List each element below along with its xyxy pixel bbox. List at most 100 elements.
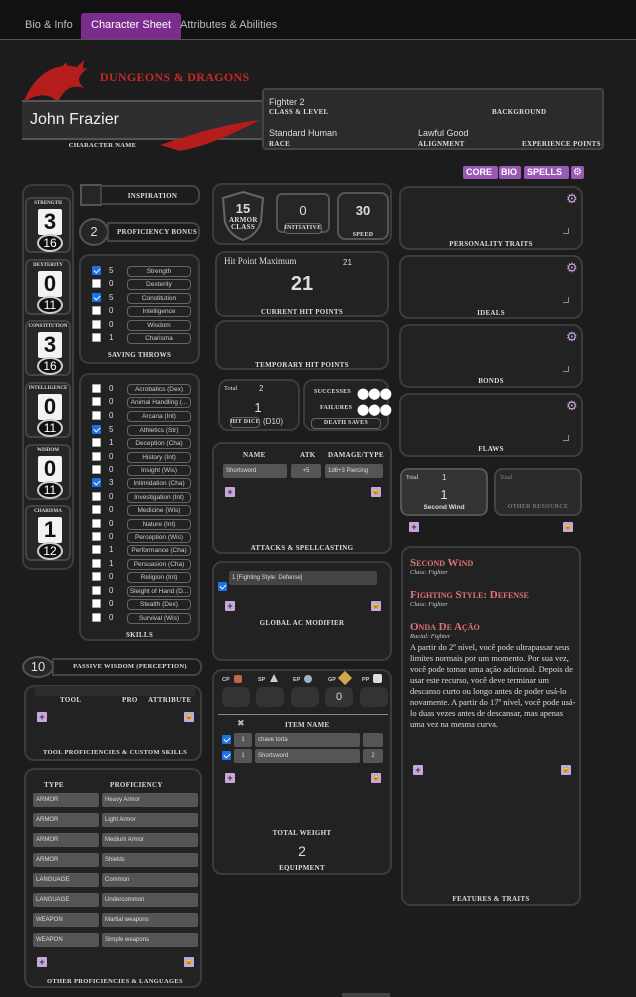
prof-type[interactable]: ARMOR [33,853,99,867]
prof-name[interactable]: Undercommon [102,893,198,907]
ability-strength[interactable]: STRENGTH 3 16 [25,197,71,253]
add-resource-button[interactable]: + [409,522,419,532]
add-attack-button[interactable]: + [225,487,235,497]
equip-checkbox[interactable] [222,735,231,744]
save-name[interactable]: Intelligence [127,306,191,317]
skill-checkbox[interactable] [92,425,101,434]
add-ac-modifier-button[interactable]: + [225,601,235,611]
coin-cp-value[interactable] [222,687,250,707]
hit-dice-total[interactable]: 2 [259,384,263,393]
skill-name[interactable]: Religion (Int) [127,572,191,583]
item-name[interactable]: Shortsword [255,749,360,763]
skill-name[interactable]: Medicine (Wis) [127,505,191,516]
skill-checkbox[interactable] [92,532,101,541]
prof-type[interactable]: ARMOR [33,833,99,847]
save-checkbox[interactable] [92,279,101,288]
save-name[interactable]: Charisma [127,333,191,344]
save-checkbox[interactable] [92,266,101,275]
save-checkbox[interactable] [92,320,101,329]
add-item-button[interactable]: + [225,773,235,783]
skill-checkbox[interactable] [92,397,101,406]
skill-checkbox[interactable] [92,545,101,554]
feature-item[interactable]: Onda De Ação Racial: Fighter A partir do… [410,621,576,730]
item-weight[interactable] [363,733,383,747]
add-proficiency-button[interactable]: + [37,957,47,967]
skill-name[interactable]: Animal Handling (... [127,397,191,408]
skill-name[interactable]: Sleight of Hand (D... [127,586,191,597]
prof-type[interactable]: LANGUAGE [33,893,99,907]
ability-dexterity[interactable]: DEXTERITY 0 11 [25,259,71,315]
scrollbar[interactable] [342,993,390,997]
skill-name[interactable]: Intimidation (Cha) [127,478,191,489]
skill-name[interactable]: Athletics (Str) [127,425,191,436]
lock-resource-button[interactable]: 🔒 [563,522,573,532]
gear-icon[interactable]: ⚙ [566,192,578,205]
failure-circles[interactable]: ⬤⬤⬤ [357,403,392,416]
save-name[interactable]: Dexterity [127,279,191,290]
coin-ep-value[interactable] [291,687,319,707]
skill-name[interactable]: Persuasion (Cha) [127,559,191,570]
skill-checkbox[interactable] [92,599,101,608]
tab-character-sheet[interactable]: Character Sheet [81,13,182,39]
prof-type[interactable]: WEAPON [33,933,99,947]
save-name[interactable]: Constitution [127,293,191,304]
prof-name[interactable]: Heavy Armor [102,793,198,807]
skill-name[interactable]: History (Int) [127,452,191,463]
hp-max-value[interactable]: 21 [343,258,352,267]
lock-ac-modifier-button[interactable]: 🔒 [371,601,381,611]
skill-name[interactable]: Deception (Cha) [127,438,191,449]
prof-type[interactable]: LANGUAGE [33,873,99,887]
lock-attack-button[interactable]: 🔒 [371,487,381,497]
ability-score[interactable]: 12 [37,542,63,560]
core-toggle[interactable]: CORE [463,166,498,179]
skill-name[interactable]: Perception (Wis) [127,532,191,543]
add-feature-button[interactable]: + [413,765,423,775]
ability-wisdom[interactable]: WISDOM 0 11 [25,444,71,500]
lock-tool-button[interactable]: 🔒 [184,712,194,722]
prof-type[interactable]: ARMOR [33,813,99,827]
current-hp-value[interactable]: 21 [215,273,389,296]
lock-feature-button[interactable]: 🔒 [561,765,571,775]
resize-handle[interactable] [563,435,569,441]
skill-checkbox[interactable] [92,492,101,501]
ability-constitution[interactable]: CONSTITUTION 3 16 [25,320,71,376]
attack-bonus[interactable]: +5 [291,464,321,478]
equip-checkbox[interactable] [222,751,231,760]
ability-score[interactable]: 11 [37,296,63,314]
hit-dice-value[interactable]: 1 [218,400,298,415]
bio-toggle[interactable]: BIO [499,166,521,179]
ac-modifier-checkbox[interactable] [218,582,227,591]
resource-total[interactable]: 1 [442,473,446,482]
resize-handle[interactable] [563,366,569,372]
item-qty[interactable]: 1 [234,733,252,747]
ability-score[interactable]: 11 [37,419,63,437]
item-qty[interactable]: 1 [234,749,252,763]
inspiration-box[interactable] [80,184,102,206]
coin-pp-value[interactable] [360,687,388,707]
skill-checkbox[interactable] [92,519,101,528]
ability-intelligence[interactable]: INTELLIGENCE 0 11 [25,382,71,438]
prof-type[interactable]: WEAPON [33,913,99,927]
settings-gear-icon[interactable]: ⚙ [571,166,584,179]
skill-checkbox[interactable] [92,572,101,581]
armor-class-value[interactable]: 15 [219,201,267,216]
tab-bio-info[interactable]: Bio & Info [15,13,83,39]
ac-modifier-item[interactable]: 1 [Fighting Style: Defense] [229,571,377,585]
save-name[interactable]: Strength [127,266,191,277]
spells-toggle[interactable]: SPELLS [524,166,569,179]
skill-name[interactable]: Survival (Wis) [127,613,191,624]
race[interactable]: Standard Human [269,128,337,138]
attack-damage[interactable]: 1d6+3 Piercing [325,464,383,478]
ability-score[interactable]: 16 [37,357,63,375]
skill-name[interactable]: Investigation (Int) [127,492,191,503]
coin-sp-value[interactable] [256,687,284,707]
skill-name[interactable]: Acrobatics (Dex) [127,384,191,395]
skill-name[interactable]: Insight (Wis) [127,465,191,476]
skill-name[interactable]: Performance (Cha) [127,545,191,556]
gear-icon[interactable]: ⚙ [566,261,578,274]
skill-checkbox[interactable] [92,411,101,420]
save-name[interactable]: Wisdom [127,320,191,331]
save-checkbox[interactable] [92,306,101,315]
skill-checkbox[interactable] [92,452,101,461]
item-weight[interactable]: 2 [363,749,383,763]
